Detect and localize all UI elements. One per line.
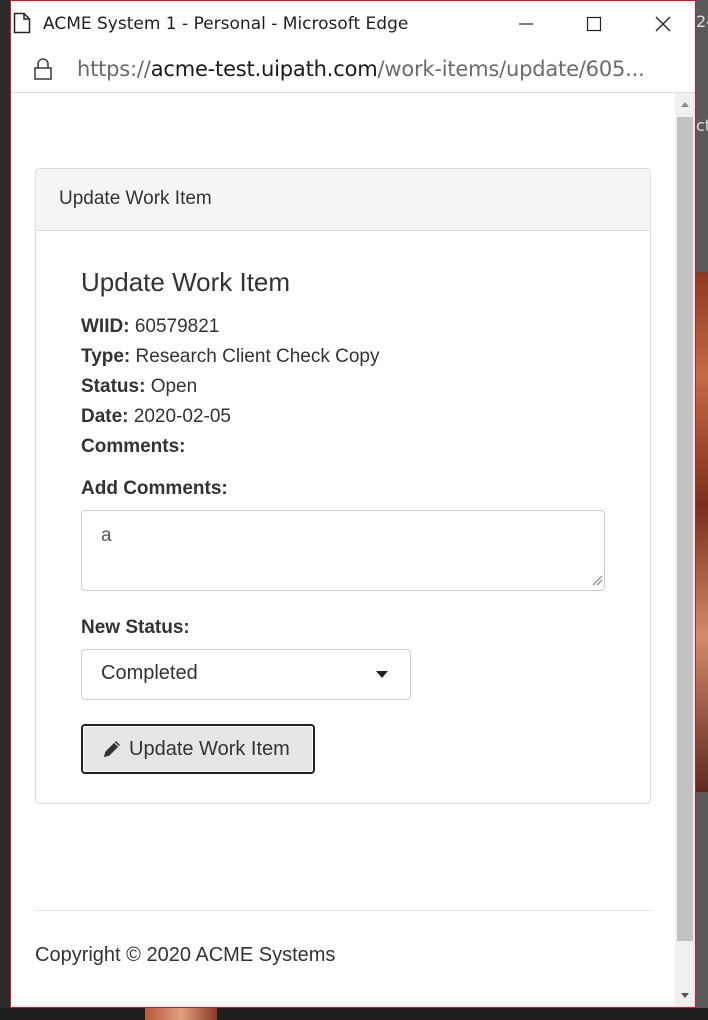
- close-button[interactable]: [640, 1, 686, 47]
- scroll-down-button[interactable]: [675, 985, 695, 1007]
- comments-row: Comments:: [81, 432, 650, 462]
- footer-divider: [35, 910, 651, 911]
- status-value: Open: [150, 376, 198, 397]
- url-scheme: https://: [77, 57, 151, 81]
- wiid-label: WIID:: [81, 316, 130, 337]
- type-value: Research Client Check Copy: [135, 346, 380, 367]
- background-photo: [696, 272, 708, 792]
- add-comments-textarea[interactable]: a: [81, 510, 605, 591]
- date-value: 2020-02-05: [133, 406, 231, 427]
- add-comments-label: Add Comments:: [81, 478, 228, 499]
- pencil-icon: [104, 741, 120, 757]
- background-desktop-right: 24 ct: [696, 0, 708, 1020]
- status-label: Status:: [81, 376, 146, 397]
- work-item-details: WIID: 60579821 Type: Research Client Che…: [81, 312, 650, 462]
- url-path: /work-items/update/605...: [377, 57, 645, 81]
- wiid-row: WIID: 60579821: [81, 312, 650, 342]
- maximize-icon: [586, 16, 602, 32]
- new-status-label: New Status:: [81, 617, 190, 638]
- browser-popup-window: ACME System 1 - Personal - Microsoft Edg…: [10, 0, 696, 1008]
- background-thumbnail: [145, 1008, 217, 1020]
- new-status-select[interactable]: Completed: [81, 649, 411, 700]
- close-icon: [655, 16, 671, 32]
- vertical-scrollbar[interactable]: [675, 93, 695, 1007]
- scroll-up-button[interactable]: [675, 93, 695, 115]
- background-text-fragment: ct: [696, 116, 708, 135]
- background-desktop-bottom: [0, 1008, 708, 1020]
- maximize-button[interactable]: [571, 1, 617, 47]
- update-work-item-panel: Update Work Item Update Work Item WIID: …: [35, 168, 651, 804]
- page-viewport: Update Work Item Update Work Item WIID: …: [11, 93, 675, 1007]
- type-label: Type:: [81, 346, 131, 367]
- page-icon: [13, 12, 31, 34]
- lock-icon: [34, 58, 52, 80]
- wiid-value: 60579821: [134, 316, 220, 337]
- panel-body: Update Work Item WIID: 60579821 Type: Re…: [36, 267, 650, 774]
- arrow-down-icon: [681, 993, 689, 998]
- resize-grip-icon[interactable]: [591, 574, 603, 586]
- update-work-item-button-label: Update Work Item: [129, 737, 290, 760]
- status-row: Status: Open: [81, 372, 650, 402]
- date-row: Date: 2020-02-05: [81, 402, 650, 432]
- page-title: Update Work Item: [81, 267, 291, 297]
- minimize-icon: [519, 23, 533, 25]
- minimize-button[interactable]: [503, 1, 549, 47]
- background-text-fragment: 24: [696, 12, 708, 31]
- chevron-down-icon: [376, 671, 388, 678]
- comments-label: Comments:: [81, 436, 186, 457]
- scrollbar-thumb[interactable]: [677, 117, 693, 941]
- add-comments-wrapper: a: [81, 510, 650, 591]
- new-status-selected: Completed: [101, 662, 198, 684]
- window-title: ACME System 1 - Personal - Microsoft Edg…: [43, 14, 409, 34]
- url-host: acme-test.uipath.com: [150, 57, 378, 81]
- arrow-up-icon: [681, 102, 689, 107]
- date-label: Date:: [81, 406, 129, 427]
- type-row: Type: Research Client Check Copy: [81, 342, 650, 372]
- copyright-text: Copyright © 2020 ACME Systems: [35, 944, 336, 966]
- url-text[interactable]: https://acme-test.uipath.com/work-items/…: [77, 57, 645, 81]
- update-work-item-button[interactable]: Update Work Item: [81, 724, 315, 774]
- panel-heading: Update Work Item: [36, 169, 650, 231]
- title-bar[interactable]: ACME System 1 - Personal - Microsoft Edg…: [11, 1, 695, 47]
- address-bar[interactable]: https://acme-test.uipath.com/work-items/…: [11, 47, 695, 93]
